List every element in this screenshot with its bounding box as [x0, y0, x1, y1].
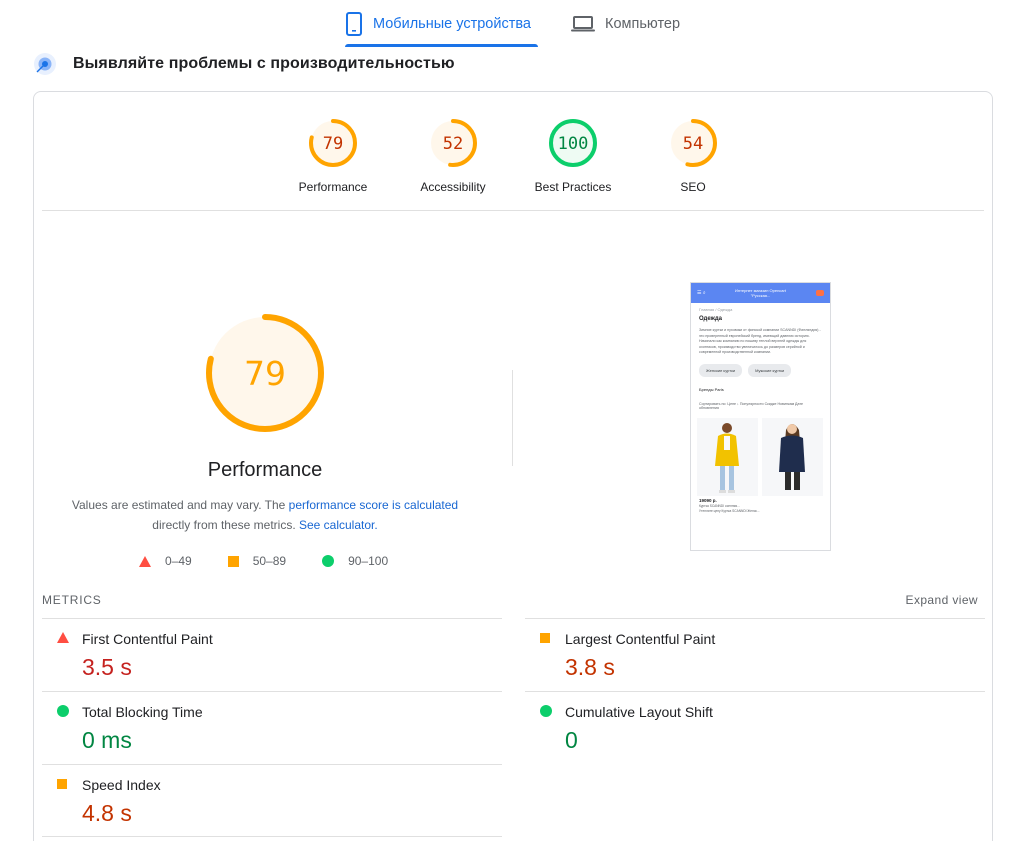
gauge-accessibility[interactable]: 52 Accessibility	[398, 117, 508, 194]
metric-name: Cumulative Layout Shift	[565, 704, 713, 720]
legend-range: 50–89	[252, 554, 287, 568]
thumbnail-header-text: Интернет магазин Opencart "Русская...	[735, 288, 786, 298]
thumbnail-breadcrumb: Главная / Одежда	[699, 307, 733, 312]
score-legend: 0–49 50–89 90–100	[139, 554, 424, 568]
triangle-icon	[57, 632, 69, 643]
legend-range: 90–100	[348, 554, 389, 568]
product-image-navy-jacket	[762, 417, 823, 496]
legend-average: 50–89	[227, 554, 287, 568]
product-image-yellow-jacket	[697, 417, 758, 496]
report-card: 79 Performance 52 Accessibility 100 Best…	[33, 91, 993, 841]
gauge-ring: 54	[669, 119, 717, 167]
square-icon	[540, 633, 550, 643]
gauge-label: Performance	[298, 180, 368, 194]
thumbnail-text: Зимние куртки и пуховики от финской комп…	[699, 328, 821, 354]
gauge-seo[interactable]: 54 SEO	[638, 117, 748, 194]
gauge-performance[interactable]: 79 Performance	[278, 117, 388, 194]
thumbnail-title: Одежда	[699, 316, 722, 322]
gauge-label: SEO	[680, 180, 706, 194]
metric-lcp: Largest Contentful Paint 3.8 s	[525, 618, 985, 691]
thumbnail-chip: Женские куртки	[699, 363, 743, 377]
gauge-ring: 52	[429, 119, 477, 167]
circle-icon	[322, 555, 335, 567]
circle-icon	[57, 705, 69, 717]
page-screenshot[interactable]: ☰ ⌕ Интернет магазин Opencart "Русская..…	[690, 282, 831, 551]
gauge-ring: 79	[309, 119, 357, 167]
thumbnail-products	[691, 410, 830, 496]
metric-tbt: Total Blocking Time 0 ms	[42, 691, 502, 764]
thumbnail-caption: Утеплите цену Куртка SCANNDI Женск...	[699, 508, 760, 513]
divider	[512, 370, 513, 466]
performance-title: Performance	[207, 459, 323, 481]
metric-value: 3.5 s	[82, 654, 132, 680]
tab-desktop-label: Компьютер	[605, 15, 681, 32]
gauge-label: Best Practices	[534, 180, 612, 194]
note-text: directly from these metrics.	[152, 518, 299, 532]
svg-text:54: 54	[683, 134, 703, 154]
gauge-label: Accessibility	[420, 180, 486, 194]
section-heading-text: Выявляйте проблемы с производительностью	[73, 55, 455, 72]
tab-mobile-label: Мобильные устройства	[373, 15, 531, 32]
metric-value: 0 ms	[82, 727, 132, 753]
smartphone-icon	[346, 11, 362, 36]
svg-text:79: 79	[323, 134, 343, 154]
thumbnail-sort: Сортировать по: Цене ↓ Популярности Скид…	[699, 401, 804, 410]
thumbnail-brands: Бренды Paris	[699, 386, 724, 392]
thumbnail-chip: Мужские куртки	[748, 363, 792, 377]
metric-cls: Cumulative Layout Shift 0	[525, 691, 985, 764]
tab-mobile[interactable]: Мобильные устройства	[345, 0, 538, 47]
tab-desktop[interactable]: Компьютер	[571, 0, 680, 47]
svg-text:100: 100	[558, 134, 589, 154]
note-text: Values are estimated and may vary. The	[71, 498, 289, 512]
performance-gauge-large: 79	[206, 314, 324, 432]
thumbnail-header: ☰ ⌕ Интернет магазин Opencart "Русская..…	[691, 283, 830, 303]
legend-fail: 0–49	[139, 554, 192, 568]
triangle-icon	[139, 555, 151, 567]
divider	[42, 210, 984, 211]
gauge-best-practices[interactable]: 100 Best Practices	[518, 117, 628, 194]
metric-value: 4.8 s	[82, 800, 132, 826]
metric-name: Largest Contentful Paint	[565, 631, 716, 647]
metric-name: Total Blocking Time	[82, 704, 203, 720]
square-icon	[227, 555, 239, 567]
score-note: Values are estimated and may vary. The p…	[54, 495, 476, 535]
performance-score: 79	[244, 354, 286, 393]
thumbnail-chips: Женские куртки Мужские куртки	[691, 356, 830, 377]
menu-icon: ☰ ⌕	[697, 290, 706, 296]
gauge-ring: 100	[549, 119, 597, 167]
device-tabs: Мобильные устройства Компьютер	[0, 0, 1026, 48]
legend-range: 0–49	[165, 554, 192, 568]
thumbnail-price: 19090 р.	[699, 497, 717, 503]
metric-fcp: First Contentful Paint 3.5 s	[42, 618, 502, 691]
section-heading: Выявляйте проблемы с производительностью	[33, 50, 455, 78]
cart-icon	[816, 290, 824, 296]
metric-name: Speed Index	[82, 777, 161, 793]
score-calculated-link[interactable]: performance score is calculated	[289, 498, 458, 512]
metric-name: First Contentful Paint	[82, 631, 213, 647]
legend-pass: 90–100	[322, 554, 388, 568]
square-icon	[57, 779, 67, 789]
svg-text:52: 52	[443, 134, 463, 154]
metrics-title: METRICS	[42, 593, 102, 607]
laptop-icon	[571, 15, 595, 31]
expand-view-button[interactable]: Expand view	[906, 593, 978, 607]
lighthouse-icon	[34, 53, 56, 75]
circle-icon	[540, 705, 552, 717]
metric-value: 0	[565, 727, 578, 753]
see-calculator-link[interactable]: See calculator.	[299, 518, 378, 532]
metric-value: 3.8 s	[565, 654, 615, 680]
metric-speed-index: Speed Index 4.8 s	[42, 764, 502, 837]
